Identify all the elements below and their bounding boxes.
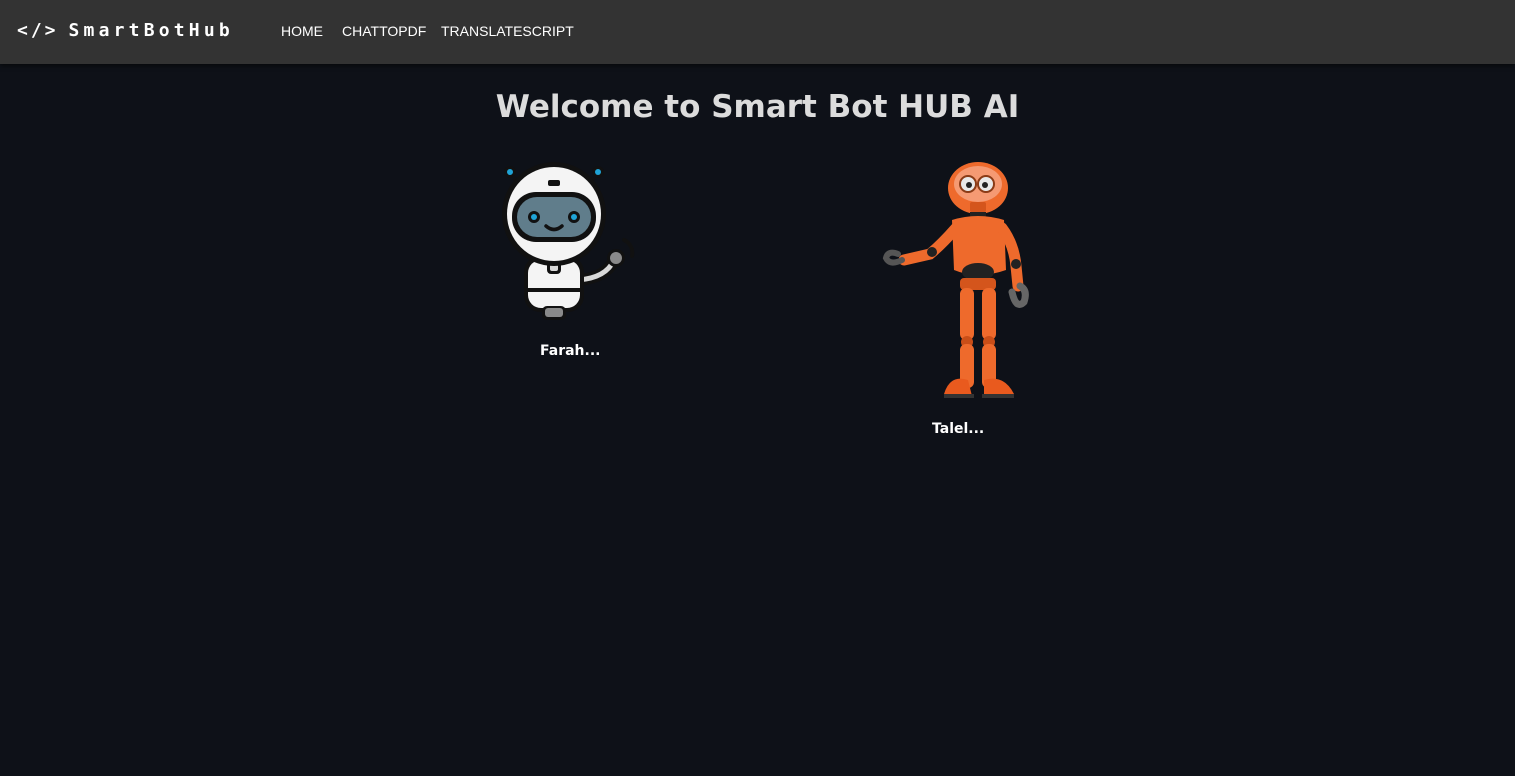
bot-card-farah[interactable]: Farah... (498, 160, 638, 365)
brand-name: SmartBotHub (68, 20, 234, 41)
bot-card-talel[interactable]: Talel... (880, 162, 1035, 442)
nav-link-translatescript[interactable]: TRANSLATESCRIPT (441, 23, 574, 39)
bot-name-talel: Talel... (932, 421, 985, 437)
top-navbar: </> SmartBotHub HOME CHATTOPDF TRANSLATES… (0, 0, 1515, 64)
nav-link-chattopdf[interactable]: CHATTOPDF (342, 23, 426, 39)
brand-logo[interactable]: </> SmartBotHub (17, 20, 234, 41)
nav-link-home[interactable]: HOME (281, 23, 323, 39)
bot-name-farah: Farah... (540, 343, 601, 359)
code-brackets-icon: </> (17, 20, 59, 41)
page-title: Welcome to Smart Bot HUB AI (495, 89, 1020, 125)
orange-humanoid-robot-icon (882, 162, 1029, 398)
white-robot-waving-icon (502, 162, 635, 320)
